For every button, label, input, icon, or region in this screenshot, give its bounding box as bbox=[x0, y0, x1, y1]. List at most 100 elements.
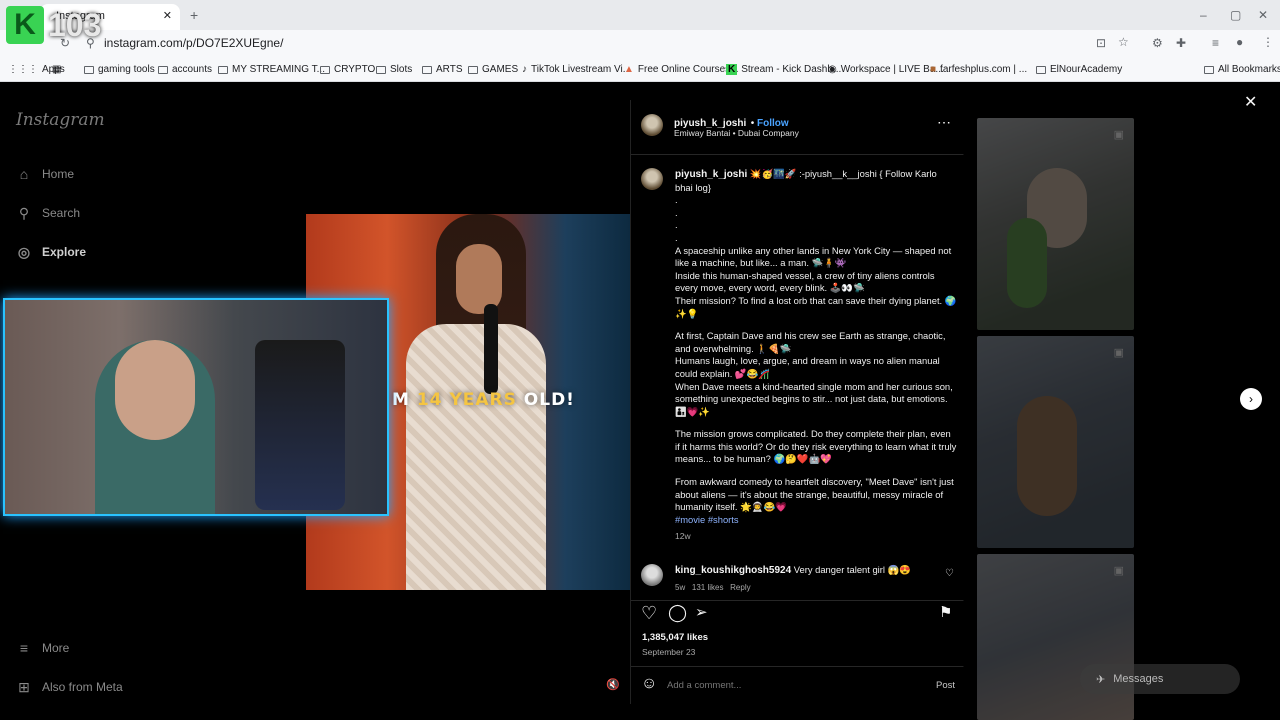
bookmark-star-icon[interactable]: ☆ bbox=[1118, 35, 1129, 49]
extensions-puzzle-icon[interactable]: ✚ bbox=[1176, 36, 1186, 50]
bookmark-folder[interactable]: accounts bbox=[158, 64, 212, 75]
course-icon: ▲ bbox=[624, 64, 634, 75]
post-panel: piyush_k_joshi • Follow Emiway Bantai • … bbox=[630, 100, 964, 704]
folder-icon bbox=[218, 65, 228, 74]
bookmark-link[interactable]: ■ farfeshplus.com | ... bbox=[930, 64, 1027, 75]
tab-close-icon[interactable]: ✕ bbox=[163, 9, 172, 22]
menu-icon: ≡ bbox=[19, 640, 29, 656]
install-app-icon[interactable]: ⊡ bbox=[1096, 36, 1106, 50]
caption-paragraph: The mission grows complicated. Do they c… bbox=[675, 428, 957, 465]
comment-like-icon[interactable]: ♡ bbox=[945, 568, 954, 579]
share-icon[interactable]: ➢ bbox=[695, 603, 708, 621]
add-comment-input[interactable] bbox=[667, 676, 917, 694]
all-bookmarks[interactable]: All Bookmarks bbox=[1204, 64, 1280, 75]
next-post-chevron-icon[interactable]: › bbox=[1240, 388, 1262, 410]
bookmark-folder[interactable]: Slots bbox=[376, 64, 412, 75]
viewer-count: 103 bbox=[48, 6, 102, 43]
folder-icon bbox=[376, 65, 386, 74]
like-icon[interactable]: ♡ bbox=[641, 603, 657, 624]
post-date: September 23 bbox=[642, 647, 696, 657]
messages-button[interactable]: ✈ Messages bbox=[1080, 664, 1240, 694]
comment-age: 5w bbox=[675, 582, 686, 592]
nav-home[interactable]: ⌂ Home bbox=[16, 166, 74, 182]
caption-username[interactable]: piyush_k_joshi bbox=[675, 169, 747, 180]
webcam-overlay bbox=[3, 298, 389, 516]
video-caption-overlay: M 14 YEARS OLD! bbox=[392, 390, 575, 410]
bookmark-link[interactable]: ♪ TikTok Livestream Vi... bbox=[522, 64, 631, 75]
caption-paragraph: Their mission? To find a lost orb that c… bbox=[675, 294, 957, 319]
close-icon[interactable]: ✕ bbox=[1244, 92, 1257, 112]
caption-paragraph: At first, Captain Dave and his crew see … bbox=[675, 330, 946, 354]
folder-icon bbox=[1036, 65, 1046, 74]
maximize-icon[interactable]: ▢ bbox=[1230, 8, 1241, 22]
kick-logo: K bbox=[6, 6, 44, 44]
nav-also-from-meta[interactable]: ⊞ Also from Meta bbox=[16, 679, 123, 695]
instagram-page: Instagram ⌂ Home ⚲ Search ◎ Explore ≡ More ⊞… bbox=[0, 82, 1280, 720]
post-subtitle[interactable]: Emiway Bantai • Dubai Company bbox=[674, 128, 799, 138]
bookmarks-bar: ⋮⋮⋮ Apps ▦ gaming tools accounts MY STREA… bbox=[0, 58, 1280, 82]
commenter-username[interactable]: king_koushikghosh5924 bbox=[675, 565, 791, 576]
folder-icon bbox=[468, 65, 478, 74]
post-caption: piyush_k_joshi 💥🥳🌃🚀 :-piyush__k__joshi {… bbox=[675, 168, 957, 542]
microphone-image bbox=[484, 304, 498, 394]
caption-age: 12w bbox=[675, 531, 691, 542]
folder-icon bbox=[84, 65, 94, 74]
comment-icon[interactable]: ◯ bbox=[668, 603, 687, 623]
profile-avatar-icon[interactable]: ● bbox=[1236, 35, 1243, 49]
kick-icon: K bbox=[726, 64, 738, 75]
caption-paragraph: A spaceship unlike any other lands in Ne… bbox=[675, 244, 952, 269]
author-avatar[interactable] bbox=[641, 114, 663, 136]
media-controls-icon[interactable]: ≡ bbox=[1212, 36, 1219, 50]
mute-icon[interactable]: 🔇 bbox=[606, 678, 620, 691]
home-icon: ⌂ bbox=[19, 166, 29, 182]
folder-icon bbox=[320, 65, 330, 74]
comment-reply[interactable]: Reply bbox=[730, 583, 750, 592]
workspace-icon: ◉ bbox=[828, 64, 837, 75]
minimize-icon[interactable]: – bbox=[1200, 8, 1207, 22]
extension-icon[interactable]: ⚙ bbox=[1152, 36, 1163, 50]
bookmark-link[interactable]: ◉ Workspace | LIVE Ba... bbox=[828, 64, 944, 75]
nav-search[interactable]: ⚲ Search bbox=[16, 205, 80, 221]
commenter-avatar[interactable] bbox=[641, 564, 663, 586]
search-icon: ⚲ bbox=[18, 205, 30, 221]
caption-paragraph: When Dave meets a kind-hearted single mo… bbox=[675, 380, 953, 417]
gaming-chair bbox=[255, 340, 345, 510]
caption-hashtags[interactable]: #movie #shorts bbox=[675, 514, 957, 527]
comment-text: Very danger talent girl 😱😍 bbox=[793, 564, 911, 575]
likes-count[interactable]: 1,385,047 likes bbox=[642, 632, 708, 643]
bookmark-folder[interactable]: CRYPTO bbox=[320, 64, 375, 75]
browser-tab-bar: Instagram ✕ + – ▢ ✕ bbox=[0, 0, 1280, 30]
emoji-icon[interactable]: ☺ bbox=[641, 675, 657, 693]
nav-more[interactable]: ≡ More bbox=[16, 640, 69, 656]
bookmark-folder[interactable]: ElNourAcademy bbox=[1036, 64, 1122, 75]
caption-paragraph: Humans laugh, love, argue, and dream in … bbox=[675, 355, 940, 379]
folder-icon bbox=[422, 65, 432, 74]
caption-paragraph: Inside this human-shaped vessel, a crew … bbox=[675, 269, 935, 294]
comment-likes[interactable]: 131 likes bbox=[692, 583, 724, 592]
bookmark-folder[interactable]: GAMES bbox=[468, 64, 518, 75]
explore-icon: ◎ bbox=[17, 244, 31, 260]
bookmark-folder[interactable]: gaming tools bbox=[84, 64, 155, 75]
caption-avatar[interactable] bbox=[641, 168, 663, 190]
streamer-head bbox=[115, 340, 195, 440]
window-close-icon[interactable]: ✕ bbox=[1258, 8, 1268, 22]
bookmark-link[interactable]: K Stream - Kick Dashb... bbox=[726, 64, 841, 75]
bookmark-link[interactable]: ▲ Free Online Courses... bbox=[624, 64, 739, 75]
more-options-icon[interactable]: ⋯ bbox=[937, 114, 951, 131]
send-icon: ✈ bbox=[1096, 673, 1106, 686]
instagram-logo[interactable]: Instagram bbox=[16, 110, 105, 130]
streamer-badge: K 103 bbox=[6, 6, 101, 44]
apps-grid-icon: ⋮⋮⋮ bbox=[8, 64, 38, 75]
new-tab-button[interactable]: + bbox=[190, 7, 198, 23]
post-comment-button[interactable]: Post bbox=[936, 680, 955, 691]
browser-menu-icon[interactable]: ⋮ bbox=[1262, 35, 1274, 49]
bookmark-folder[interactable]: ARTS bbox=[422, 64, 463, 75]
address-bar: ↻ ⚲ instagram.com/p/DO7E2XUEgne/ ⊡ ☆ ⚙ ✚… bbox=[0, 30, 1280, 58]
url-input[interactable]: instagram.com/p/DO7E2XUEgne/ bbox=[104, 36, 283, 50]
nav-explore[interactable]: ◎ Explore bbox=[16, 244, 86, 260]
save-bookmark-icon[interactable]: ⚑ bbox=[939, 603, 952, 621]
meta-icon: ⊞ bbox=[18, 679, 30, 695]
bookmark-grid-icon[interactable]: ▦ bbox=[52, 64, 61, 75]
farfesh-icon: ■ bbox=[930, 64, 937, 75]
bookmark-folder[interactable]: MY STREAMING T... bbox=[218, 64, 325, 75]
